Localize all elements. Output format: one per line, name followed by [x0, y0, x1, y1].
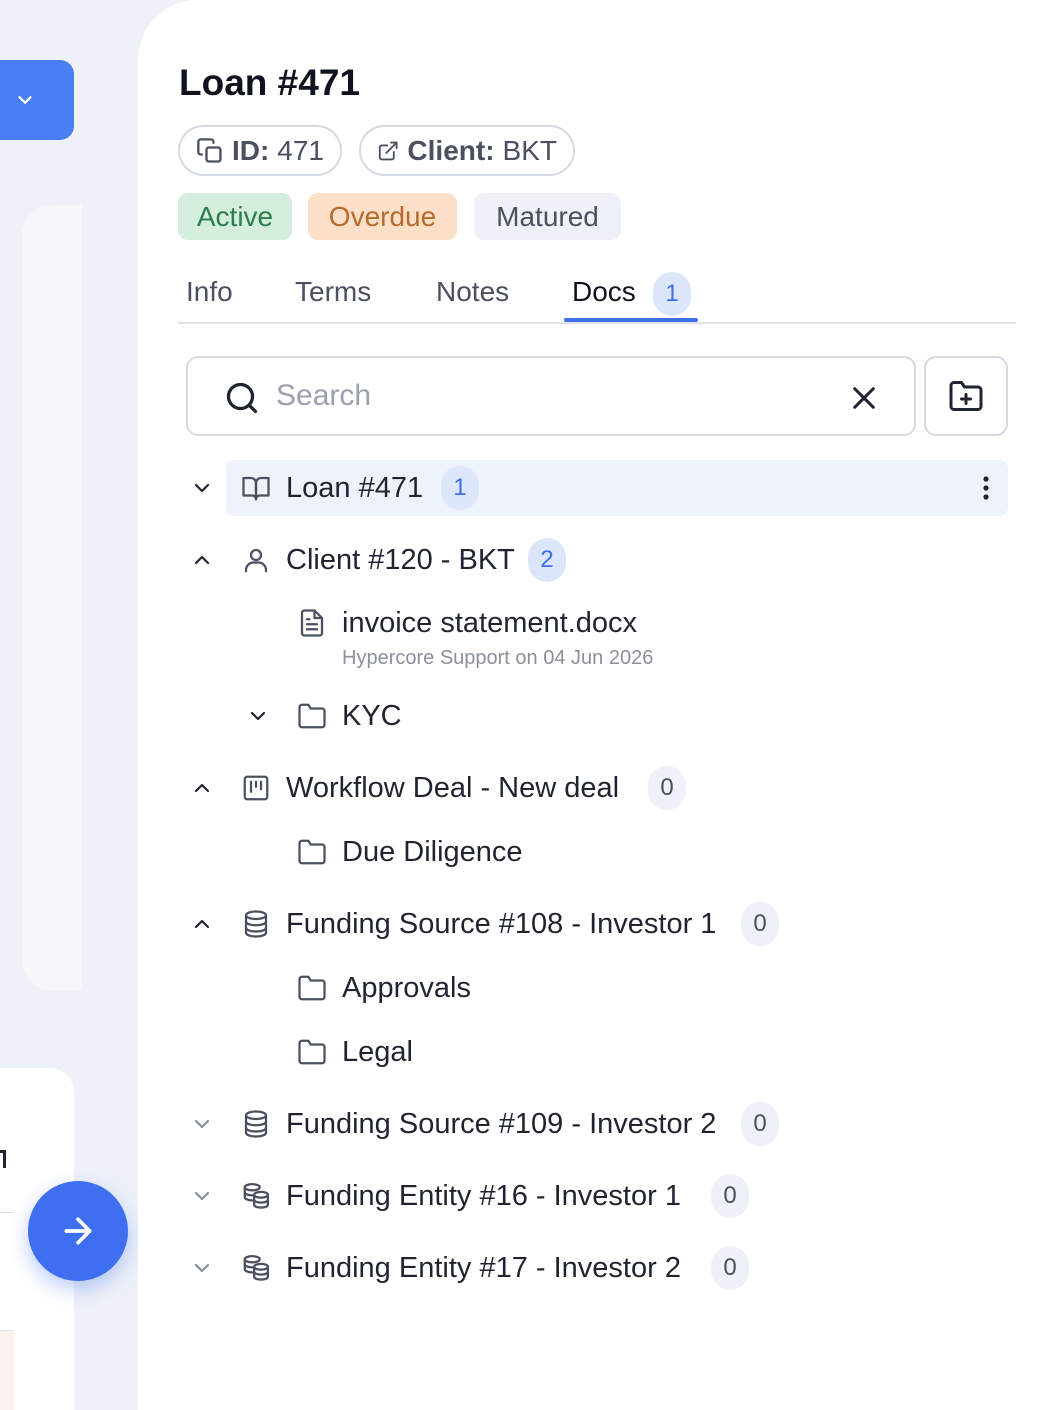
- left-bottom-fragment: [0, 1330, 14, 1410]
- tab-info[interactable]: Info: [186, 276, 233, 308]
- tree-row-funding-entity-17[interactable]: Funding Entity #17 - Investor 2 0: [138, 1240, 1046, 1296]
- user-icon: [244, 548, 268, 573]
- search-input[interactable]: [276, 374, 836, 418]
- tree-row-approvals[interactable]: Approvals: [138, 960, 1046, 1016]
- close-icon[interactable]: [848, 382, 880, 414]
- database-icon: [244, 1110, 268, 1138]
- folder-icon: [298, 1039, 326, 1065]
- tree-row-funding-source-108[interactable]: Funding Source #108 - Investor 1 0: [138, 896, 1046, 952]
- status-badge-active: Active: [178, 193, 292, 240]
- search-icon: [226, 382, 258, 414]
- id-chip[interactable]: ID: 471: [178, 125, 342, 176]
- tree-count-badge: 1: [441, 466, 479, 510]
- tree-count-badge: 0: [711, 1174, 749, 1218]
- external-link-icon: [378, 141, 398, 160]
- tree-row-kyc[interactable]: KYC: [138, 688, 1046, 744]
- left-background-card: [22, 205, 82, 990]
- tree-count-badge: 0: [741, 902, 779, 946]
- tab-notes[interactable]: Notes: [436, 276, 509, 308]
- tree-label: KYC: [342, 700, 402, 732]
- database-icon: [244, 910, 268, 938]
- tree-row-loan[interactable]: Loan #471 1: [138, 460, 1046, 516]
- chevron-up-icon[interactable]: [190, 912, 214, 936]
- page-title: Loan #471: [179, 62, 360, 103]
- tree-row-funding-source-109[interactable]: Funding Source #109 - Investor 2 0: [138, 1096, 1046, 1152]
- tree-label: Workflow Deal - New deal: [286, 772, 620, 804]
- chevron-up-icon[interactable]: [190, 776, 214, 800]
- tree-row-legal[interactable]: Legal: [138, 1024, 1046, 1080]
- chevron-down-icon[interactable]: [246, 704, 270, 728]
- id-key: ID:: [231, 134, 270, 166]
- tree-label: Due Diligence: [342, 836, 523, 868]
- tree-row-workflow[interactable]: Workflow Deal - New deal 0: [138, 760, 1046, 816]
- chevron-down-icon[interactable]: [190, 476, 214, 500]
- tree-row-file[interactable]: invoice statement.docx Hypercore Support…: [138, 598, 1046, 678]
- tree-count-badge: 0: [741, 1102, 779, 1146]
- chevron-down-icon[interactable]: [190, 1256, 214, 1280]
- arrow-right-icon: [64, 1217, 92, 1245]
- tree-count-badge: 2: [528, 538, 566, 582]
- coins-icon: [243, 1183, 269, 1209]
- client-key: Client:: [407, 134, 495, 166]
- chevron-up-icon[interactable]: [190, 548, 214, 572]
- status-badge-overdue: Overdue: [308, 193, 457, 240]
- tree-label: Approvals: [342, 972, 471, 1004]
- tree-label: Client #120 - BKT: [286, 544, 515, 576]
- tab-docs[interactable]: Docs: [572, 276, 636, 308]
- tree-label: Funding Source #109 - Investor 2: [286, 1108, 717, 1140]
- next-fab-button[interactable]: [28, 1181, 128, 1281]
- active-tab-indicator: [564, 318, 698, 322]
- tree-row-due-diligence[interactable]: Due Diligence: [138, 824, 1046, 880]
- chevron-down-icon: [18, 96, 32, 104]
- kanban-icon: [243, 775, 269, 801]
- file-meta: Hypercore Support on 04 Jun 2026: [342, 647, 654, 669]
- tab-bar: Info Terms Notes Docs 1: [178, 268, 1016, 324]
- folder-icon: [298, 703, 326, 729]
- tree-count-badge: 0: [711, 1246, 749, 1290]
- tree-row-client[interactable]: Client #120 - BKT 2: [138, 532, 1046, 588]
- left-text-fragment: [0, 1150, 6, 1168]
- client-chip[interactable]: Client: BKT: [359, 125, 575, 176]
- tab-terms[interactable]: Terms: [295, 276, 371, 308]
- tree-label: Funding Entity #17 - Investor 2: [286, 1252, 681, 1284]
- file-name: invoice statement.docx: [342, 607, 637, 639]
- add-folder-button[interactable]: [924, 356, 1008, 436]
- folder-plus-icon: [949, 381, 983, 411]
- tree-label: Funding Entity #16 - Investor 1: [286, 1180, 681, 1212]
- copy-icon: [197, 137, 222, 163]
- client-value: BKT: [502, 134, 557, 166]
- more-vertical-icon[interactable]: [974, 472, 998, 504]
- status-badge-matured: Matured: [474, 193, 621, 240]
- tree-row-funding-entity-16[interactable]: Funding Entity #16 - Investor 1 0: [138, 1168, 1046, 1224]
- id-value: 471: [277, 134, 324, 166]
- book-icon: [242, 476, 270, 501]
- tree-label: Legal: [342, 1036, 413, 1068]
- file-text-icon: [300, 609, 324, 637]
- tab-docs-count: 1: [653, 272, 691, 316]
- left-divider: [0, 1212, 14, 1213]
- folder-icon: [298, 839, 326, 865]
- chevron-down-icon[interactable]: [190, 1112, 214, 1136]
- coins-icon: [243, 1255, 269, 1281]
- tree-label: Loan #471: [286, 472, 424, 504]
- tree-label: Funding Source #108 - Investor 1: [286, 908, 717, 940]
- loan-detail-panel: Loan #471 ID: 471 Client: BKT Active Ove…: [138, 0, 1046, 1410]
- left-dropdown-button[interactable]: [0, 60, 74, 140]
- folder-icon: [298, 975, 326, 1001]
- tree-count-badge: 0: [648, 766, 686, 810]
- search-box: [186, 356, 916, 436]
- chevron-down-icon[interactable]: [190, 1184, 214, 1208]
